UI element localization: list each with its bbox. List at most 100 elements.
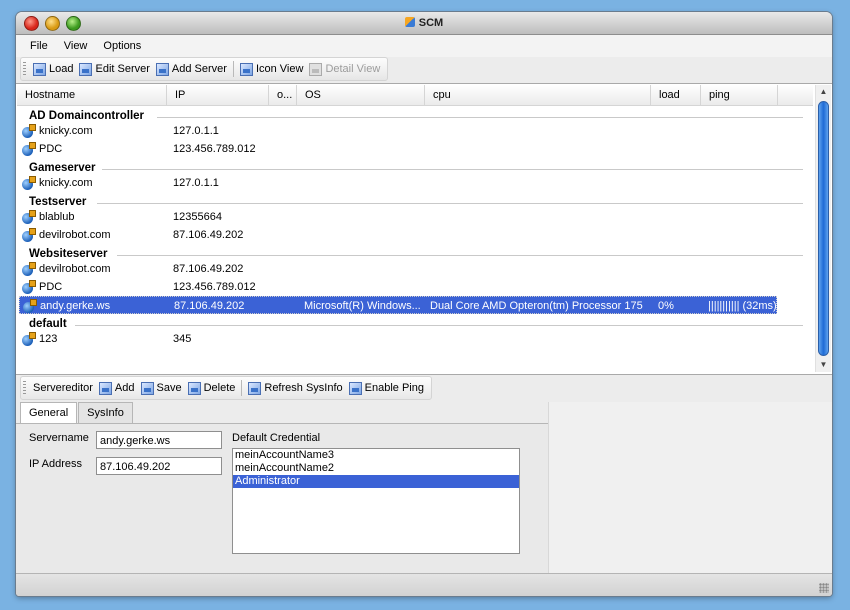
os-cell: Microsoft(R) Windows... bbox=[304, 300, 421, 312]
maximize-window-button[interactable] bbox=[66, 16, 81, 31]
hostname-cell: andy.gerke.ws bbox=[40, 300, 111, 312]
delete-icon bbox=[187, 381, 201, 395]
server-icon bbox=[22, 262, 36, 276]
add-button[interactable]: Add bbox=[96, 378, 138, 398]
scrollbar-thumb[interactable] bbox=[818, 101, 829, 356]
toolbar-separator bbox=[241, 380, 243, 396]
tab-general[interactable]: General bbox=[20, 402, 78, 424]
toolbar-grip[interactable] bbox=[23, 381, 26, 395]
detail-view-icon bbox=[309, 62, 323, 76]
table-row-selected[interactable]: andy.gerke.ws 87.106.49.202 Microsoft(R)… bbox=[19, 296, 777, 314]
group-header[interactable]: Gameserver bbox=[29, 162, 100, 174]
column-header-os[interactable]: OS bbox=[297, 85, 425, 105]
column-header-ping[interactable]: ping bbox=[701, 85, 778, 105]
group-divider bbox=[117, 255, 803, 256]
minimize-window-button[interactable] bbox=[45, 16, 60, 31]
column-header-cpu[interactable]: cpu bbox=[425, 85, 651, 105]
table-row[interactable]: devilrobot.com 87.106.49.202 bbox=[19, 226, 777, 244]
resize-grip-icon[interactable] bbox=[819, 583, 829, 593]
general-tab-body: Servername andy.gerke.ws IP Address 87.1… bbox=[16, 423, 548, 581]
add-server-button[interactable]: Add Server bbox=[153, 59, 230, 79]
edit-server-icon bbox=[79, 62, 93, 76]
edit-server-label: Edit Server bbox=[95, 63, 150, 75]
close-window-button[interactable] bbox=[24, 16, 39, 31]
detail-view-label: Detail View bbox=[325, 63, 381, 75]
table-row[interactable]: PDC 123.456.789.012 bbox=[19, 278, 777, 296]
credential-item-selected[interactable]: Administrator bbox=[233, 475, 519, 488]
tab-sysinfo[interactable]: SysInfo bbox=[78, 402, 133, 423]
server-icon bbox=[22, 210, 36, 224]
ip-cell: 123.456.789.012 bbox=[173, 281, 256, 293]
app-window: SCM File View Options Load Edit Server A… bbox=[16, 12, 832, 596]
servereditor-title: Servereditor bbox=[33, 382, 93, 394]
credential-item[interactable]: meinAccountName3 bbox=[233, 449, 519, 462]
ip-address-label: IP Address bbox=[29, 458, 82, 470]
ping-icon bbox=[348, 381, 362, 395]
delete-label: Delete bbox=[203, 382, 236, 394]
add-label: Add bbox=[114, 382, 135, 394]
enable-ping-label: Enable Ping bbox=[364, 382, 424, 394]
server-icon bbox=[22, 280, 36, 294]
scroll-down-icon[interactable]: ▼ bbox=[816, 358, 831, 372]
servername-input[interactable]: andy.gerke.ws bbox=[96, 431, 222, 449]
credential-item[interactable]: meinAccountName2 bbox=[233, 462, 519, 475]
group-header[interactable]: Testserver bbox=[29, 196, 91, 208]
window-title: SCM bbox=[418, 17, 444, 29]
ip-cell: 87.106.49.202 bbox=[173, 263, 244, 275]
ip-cell: 123.456.789.012 bbox=[173, 143, 256, 155]
server-editor-panel: General SysInfo Servername andy.gerke.ws… bbox=[16, 402, 548, 581]
save-button[interactable]: Save bbox=[138, 378, 185, 398]
table-row[interactable]: knicky.com 127.0.1.1 bbox=[19, 122, 777, 140]
save-label: Save bbox=[156, 382, 182, 394]
server-icon bbox=[22, 228, 36, 242]
servereditor-toolbar: Servereditor Add Save Delete Refresh Sys… bbox=[20, 376, 432, 400]
menu-options[interactable]: Options bbox=[95, 35, 149, 57]
menu-file[interactable]: File bbox=[22, 35, 56, 57]
edit-server-button[interactable]: Edit Server bbox=[76, 59, 152, 79]
ip-cell: 127.0.1.1 bbox=[173, 177, 219, 189]
refresh-sysinfo-button[interactable]: Refresh SysInfo bbox=[245, 378, 345, 398]
table-row[interactable]: blablub 12355664 bbox=[19, 208, 777, 226]
table-row[interactable]: devilrobot.com 87.106.49.202 bbox=[19, 260, 777, 278]
table-row[interactable]: PDC 123.456.789.012 bbox=[19, 140, 777, 158]
group-header[interactable]: default bbox=[29, 318, 71, 330]
refresh-sysinfo-label: Refresh SysInfo bbox=[264, 382, 343, 394]
column-header-ip[interactable]: IP bbox=[167, 85, 269, 105]
server-icon bbox=[22, 142, 36, 156]
cpu-cell: Dual Core AMD Opteron(tm) Processor 175 bbox=[430, 300, 643, 312]
add-server-label: Add Server bbox=[171, 63, 227, 75]
hostname-cell: blablub bbox=[39, 211, 75, 223]
delete-button[interactable]: Delete bbox=[185, 378, 239, 398]
group-header[interactable]: AD Domaincontroller bbox=[29, 110, 149, 122]
icon-view-icon bbox=[239, 62, 253, 76]
icon-view-button[interactable]: Icon View bbox=[237, 59, 307, 79]
server-icon bbox=[23, 299, 37, 313]
detail-view-button[interactable]: Detail View bbox=[306, 59, 383, 79]
column-header-load[interactable]: load bbox=[651, 85, 701, 105]
vertical-scrollbar[interactable]: ▲ ▼ bbox=[815, 85, 831, 372]
menu-bar: File View Options bbox=[16, 35, 832, 57]
server-list[interactable]: Hostname IP o... OS cpu load ping AD Dom… bbox=[16, 83, 832, 375]
ip-address-input[interactable]: 87.106.49.202 bbox=[96, 457, 222, 475]
empty-right-panel bbox=[548, 402, 832, 580]
column-header-o[interactable]: o... bbox=[269, 85, 297, 105]
group-header[interactable]: Websiteserver bbox=[29, 248, 112, 260]
toolbar-grip[interactable] bbox=[23, 62, 26, 76]
column-header-hostname[interactable]: Hostname bbox=[17, 85, 167, 105]
credential-listbox[interactable]: meinAccountName3 meinAccountName2 Admini… bbox=[232, 448, 520, 554]
editor-tabs: General SysInfo bbox=[20, 402, 134, 424]
menu-view[interactable]: View bbox=[56, 35, 96, 57]
scroll-up-icon[interactable]: ▲ bbox=[816, 85, 831, 99]
title-bar[interactable]: SCM bbox=[16, 12, 832, 35]
default-credential-label: Default Credential bbox=[232, 432, 321, 444]
main-toolbar-strip: Load Edit Server Add Server Icon View De… bbox=[20, 57, 389, 81]
table-row[interactable]: 123 345 bbox=[19, 330, 777, 348]
ip-cell: 87.106.49.202 bbox=[173, 229, 244, 241]
enable-ping-button[interactable]: Enable Ping bbox=[346, 378, 427, 398]
hostname-cell: knicky.com bbox=[39, 125, 93, 137]
load-button[interactable]: Load bbox=[30, 59, 76, 79]
servername-label: Servername bbox=[29, 432, 89, 444]
app-icon bbox=[404, 17, 415, 27]
table-row[interactable]: knicky.com 127.0.1.1 bbox=[19, 174, 777, 192]
servereditor-toolbar-strip: Servereditor Add Save Delete Refresh Sys… bbox=[20, 376, 432, 400]
